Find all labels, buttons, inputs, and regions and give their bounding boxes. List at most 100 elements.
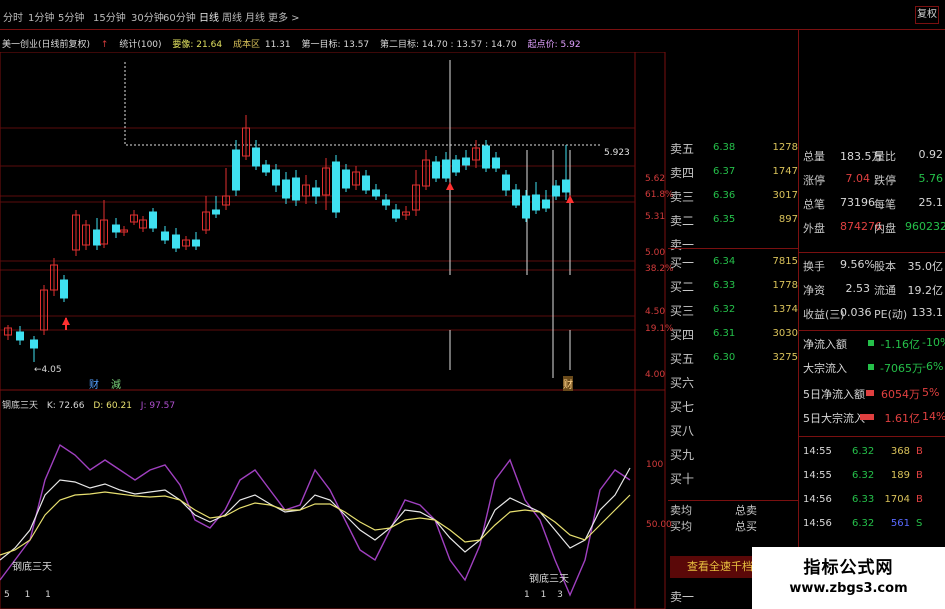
ob-divider — [668, 248, 798, 249]
candle-body — [272, 169, 280, 186]
grid-lines — [0, 127, 635, 317]
buy-extra-label: 买十 — [670, 472, 695, 486]
candle-body — [502, 174, 510, 191]
trade-time: 14:55 — [803, 446, 832, 457]
tab-fenshi[interactable]: 分时 — [3, 9, 23, 24]
stat-label-2: 内盘 — [874, 222, 896, 235]
restore-button[interactable]: 复权 — [915, 6, 939, 24]
tab-more[interactable]: 更多 > — [268, 9, 300, 24]
tab-60min[interactable]: 60分钟 — [163, 9, 196, 24]
sell-level-volume: 897 — [778, 214, 798, 225]
buy-extra-label: 买六 — [670, 376, 695, 390]
indicator-name: 钢底三天 — [2, 401, 39, 411]
candlesticks — [4, 115, 570, 362]
trade-volume: 368 — [890, 446, 910, 457]
flow-bar — [868, 364, 874, 370]
candle-body — [192, 239, 200, 247]
candle-body — [312, 187, 320, 197]
buy-level-label: 买三 — [670, 304, 695, 318]
watermark-cn: 指标公式网 — [803, 558, 894, 578]
tab-30min[interactable]: 30分钟 — [131, 9, 164, 24]
candle-body — [342, 169, 350, 189]
dotted-level-line — [124, 62, 600, 146]
tongji-label: 统计(100) — [119, 40, 162, 50]
stats-sep-1 — [798, 252, 945, 253]
tab-5min[interactable]: 5分钟 — [58, 9, 84, 24]
sell-level-price: 6.35 — [713, 214, 736, 225]
candle-body — [30, 339, 38, 349]
buy-level-label: 买四 — [670, 328, 695, 342]
trade-volume: 189 — [890, 470, 910, 481]
stat-label-2: 跌停 — [874, 174, 896, 187]
sell-level-label: 卖五 — [670, 142, 695, 156]
tab-weekly[interactable]: 周线 — [222, 9, 242, 24]
jian-marker: 減 — [111, 380, 121, 391]
candle-body — [161, 231, 169, 241]
stat-value-2: 35.0亿 — [907, 260, 944, 273]
trade-direction: B — [916, 470, 923, 481]
candle-body — [372, 189, 380, 197]
tab-monthly[interactable]: 月线 — [245, 9, 265, 24]
trade-volume: 561 — [890, 518, 910, 529]
d-value: D: 60.21 — [93, 401, 132, 411]
flow-value: 6054万 — [881, 388, 920, 401]
flow-pct: 5% — [922, 386, 940, 399]
trade-price: 6.32 — [852, 470, 875, 481]
buy-extra-label: 买八 — [670, 424, 695, 438]
sell-level-volume: 3017 — [772, 190, 798, 201]
candle-body — [452, 159, 460, 173]
signal-markers — [62, 182, 574, 330]
buy-level-volume: 1778 — [772, 280, 798, 291]
stat-value: 183.5万 — [840, 150, 883, 163]
price-tick: 4.00 — [645, 370, 666, 380]
candle-body — [212, 209, 220, 215]
candle-body — [522, 195, 530, 219]
sell-level-volume: 1278 — [772, 142, 798, 153]
j-value: J: 97.57 — [140, 401, 176, 411]
chart-frame — [0, 52, 666, 609]
trade-price: 6.32 — [852, 446, 875, 457]
flow-label: 净流入额 — [803, 338, 847, 351]
candle-body — [362, 175, 370, 191]
ind-tick-50: 50.00 — [646, 520, 672, 530]
trade-direction: B — [916, 446, 923, 457]
flow-bar — [860, 414, 874, 420]
watermark-logo: 指标公式网 www.zbgs3.com — [752, 547, 945, 609]
cost-zone-value: 11.31 — [264, 40, 291, 50]
stat-label-2: 量比 — [874, 150, 896, 163]
sell-level-price: 6.38 — [713, 142, 736, 153]
tab-15min[interactable]: 15分钟 — [93, 9, 126, 24]
stat-label: 总笔 — [803, 198, 825, 211]
sell-level-label: 卖四 — [670, 166, 695, 180]
dotted-level-label: 5.923 — [604, 148, 630, 158]
candle-body — [16, 331, 24, 341]
tab-daily[interactable]: 日线 — [199, 9, 219, 24]
trade-direction: B — [916, 494, 923, 505]
stat-label-2: 流通 — [874, 284, 896, 297]
flow-value: -7065万 — [880, 362, 923, 375]
bottom-mid-digits: 1 1 3 — [524, 590, 567, 600]
buy-extra-label: 买七 — [670, 400, 695, 414]
tab-1min[interactable]: 1分钟 — [28, 9, 54, 24]
sell-level-label: 卖一 — [670, 238, 695, 252]
flow-label: 大宗流入 — [803, 362, 847, 375]
buy-level-volume: 3275 — [772, 352, 798, 363]
candle-body — [482, 145, 490, 169]
stat-value-2: 5.76 — [918, 172, 944, 185]
buy-level-label: 买二 — [670, 280, 695, 294]
candle-body — [492, 157, 500, 169]
stats-sep-3 — [798, 436, 945, 437]
stat-value: 9.56% — [840, 258, 875, 271]
kline-chart[interactable] — [0, 52, 670, 609]
candle-body — [93, 229, 101, 246]
flow-bar — [868, 340, 874, 346]
flow-label: 5日净流入额 — [803, 388, 865, 401]
stat-label: 净资 — [803, 284, 825, 297]
stat-label-2: 每笔 — [874, 198, 896, 211]
stat-value: 0.036 — [840, 306, 872, 319]
trade-time: 14:56 — [803, 518, 832, 529]
sell-level-volume: 1747 — [772, 166, 798, 177]
total-buy-label: 总买 — [735, 520, 757, 533]
candle-body — [232, 149, 240, 191]
yaxiang-label: 要像: 21.64 — [172, 40, 223, 50]
